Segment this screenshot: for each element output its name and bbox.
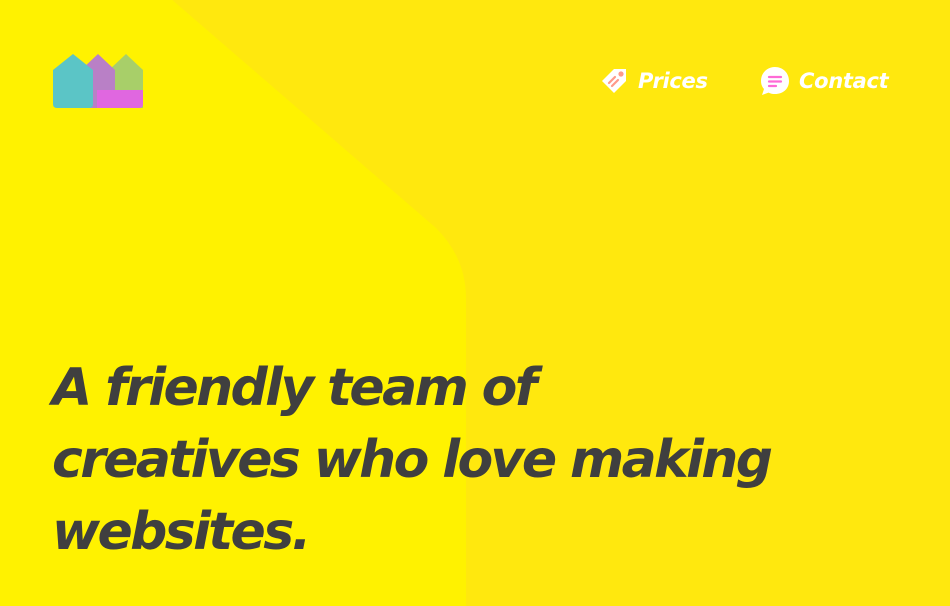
nav-prices-link[interactable]: Prices <box>598 62 708 100</box>
nav-contact-link[interactable]: Contact <box>759 62 889 100</box>
hero-line-1: A friendly team of <box>52 358 537 418</box>
hero-headline: A friendly team of creatives who love ma… <box>52 352 912 568</box>
nav-contact-label: Contact <box>799 69 889 93</box>
price-tag-icon <box>602 69 626 93</box>
hero-line-2: creatives who love making <box>52 430 773 490</box>
houses-logo-icon[interactable] <box>53 54 145 108</box>
chat-bubble-icon <box>761 67 789 95</box>
hero-line-3: websites. <box>52 502 311 562</box>
nav-prices-label: Prices <box>638 69 708 93</box>
